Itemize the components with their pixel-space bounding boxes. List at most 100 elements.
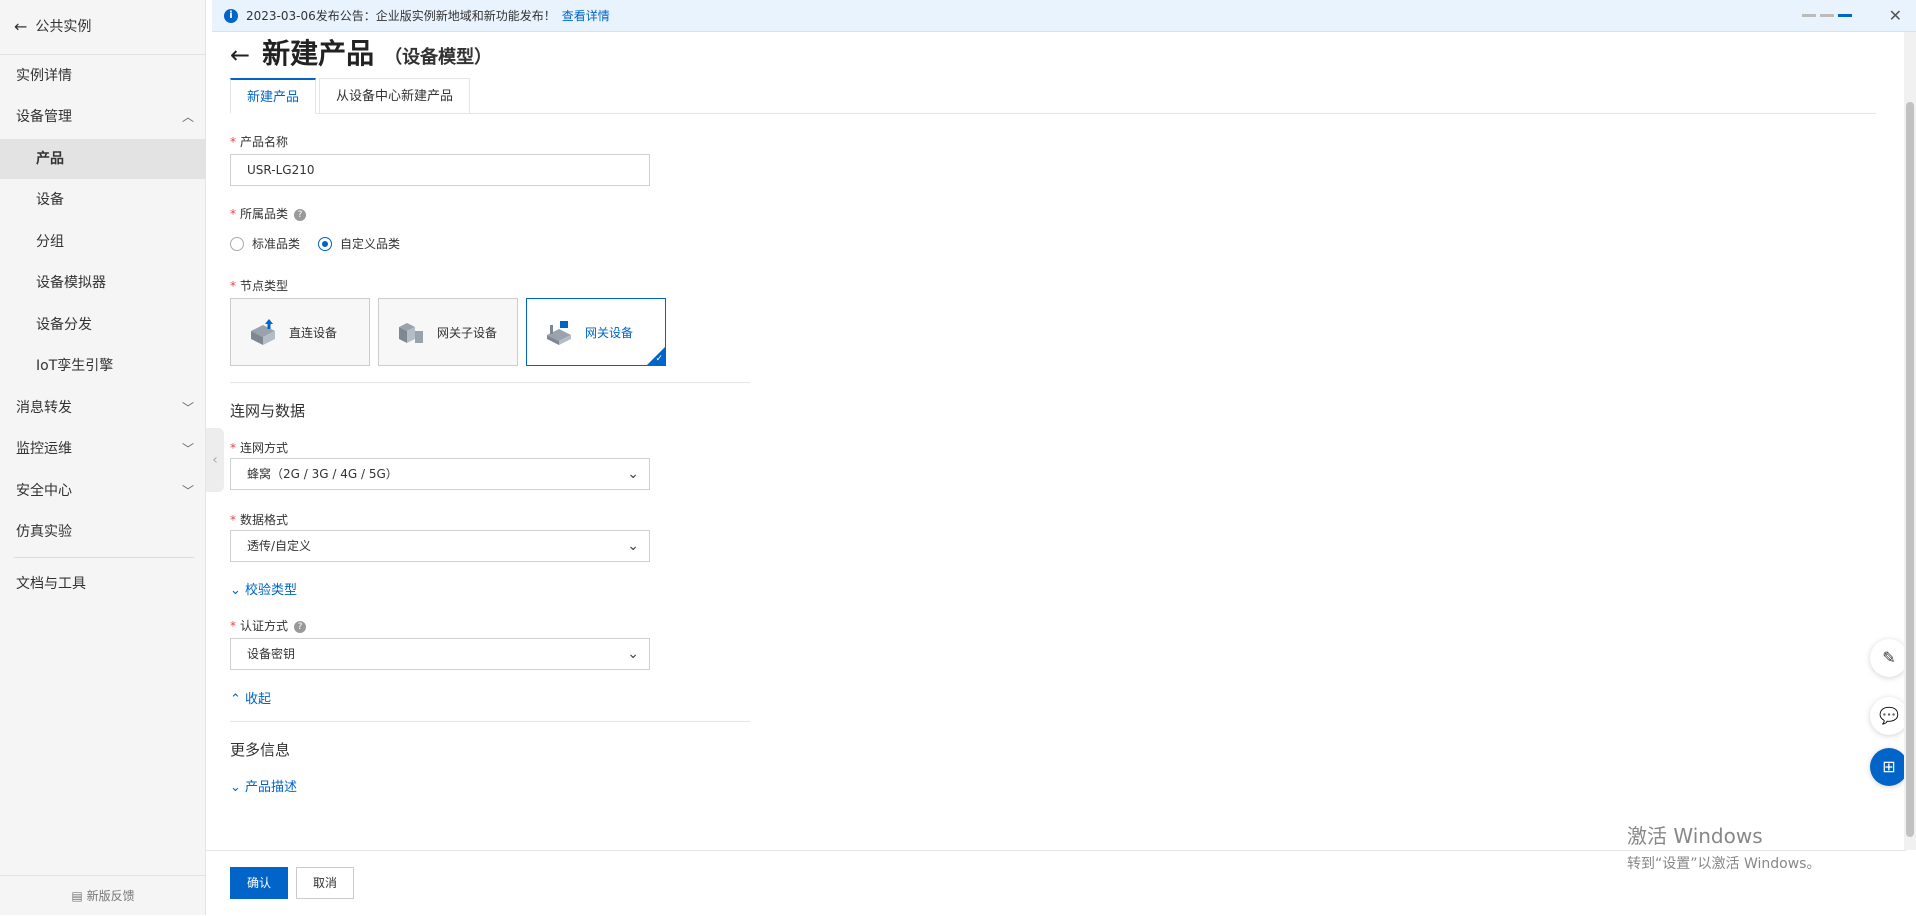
help-icon[interactable]: ? bbox=[294, 620, 307, 633]
sidebar-item-docs-tools[interactable]: 文档与工具 bbox=[0, 564, 206, 604]
page-scrollbar[interactable] bbox=[1904, 32, 1916, 850]
required-mark: * bbox=[230, 207, 236, 221]
help-icon[interactable]: ? bbox=[294, 208, 307, 221]
collapse-toggle[interactable]: ⌃ 收起 bbox=[230, 688, 271, 707]
sidebar-item-label: 消息转发 bbox=[16, 400, 72, 416]
auth-method-select[interactable]: 设备密钥 ⌄ bbox=[230, 638, 650, 670]
node-card-label: 直连设备 bbox=[289, 325, 338, 340]
product-name-label-text: 产品名称 bbox=[240, 135, 289, 149]
chevron-down-icon: ⌄ bbox=[230, 583, 246, 598]
announcement-link[interactable]: 查看详情 bbox=[562, 7, 610, 24]
sidebar-item-label: 产品 bbox=[36, 151, 64, 167]
button-label: 取消 bbox=[313, 876, 338, 890]
sidebar-item-security-center[interactable]: 安全中心 ﹀ bbox=[0, 471, 206, 511]
tab-label: 从设备中心新建产品 bbox=[336, 89, 454, 104]
sidebar-item-device-distribution[interactable]: 设备分发 bbox=[0, 305, 206, 345]
back-to-instances[interactable]: ← 公共实例 bbox=[14, 16, 91, 36]
section-title-more-info: 更多信息 bbox=[230, 741, 291, 759]
radio-custom-category[interactable] bbox=[318, 236, 333, 251]
section-divider bbox=[230, 382, 750, 383]
required-mark: * bbox=[230, 441, 236, 455]
sidebar-item-device-simulator[interactable]: 设备模拟器 bbox=[0, 263, 206, 303]
tab-new-product[interactable]: 新建产品 bbox=[230, 78, 317, 114]
chevron-down-icon: ⌄ bbox=[627, 646, 639, 662]
sidebar-item-iot-twin-engine[interactable]: IoT孪生引擎 bbox=[0, 346, 206, 386]
chat-icon: 💬 bbox=[1879, 706, 1899, 725]
node-type-label-text: 节点类型 bbox=[240, 279, 289, 293]
windows-activation-watermark: 激活 Windows 转到“设置”以激活 Windows。 bbox=[1627, 820, 1820, 873]
sidebar-item-label: 监控运维 bbox=[16, 441, 72, 457]
section-title-network: 连网与数据 bbox=[230, 402, 306, 420]
cancel-button[interactable]: 取消 bbox=[296, 867, 355, 899]
sidebar-item-label: 分组 bbox=[36, 234, 64, 250]
sidebar-item-simulation-lab[interactable]: 仿真实验 bbox=[0, 512, 206, 552]
chevron-down-icon: ﹀ bbox=[181, 401, 194, 415]
close-icon[interactable]: ✕ bbox=[1889, 6, 1902, 25]
category-radio-group: 标准品类 自定义品类 bbox=[230, 235, 418, 252]
product-name-input[interactable]: USR-LG210 bbox=[230, 154, 650, 186]
apps-grid-icon: ⊞ bbox=[1882, 757, 1896, 776]
apps-float-button[interactable]: ⊞ bbox=[1870, 748, 1908, 786]
radio-label: 自定义品类 bbox=[340, 237, 401, 251]
sidebar-item-label: 设备管理 bbox=[16, 109, 72, 125]
sidebar-collapse-handle[interactable]: ‹ bbox=[206, 428, 224, 492]
sidebar-item-device-management[interactable]: 设备管理 ︿ bbox=[0, 97, 206, 137]
button-label: 确认 bbox=[247, 876, 272, 890]
sidebar-item-products[interactable]: 产品 bbox=[0, 139, 206, 179]
gateway-subdevice-icon bbox=[399, 323, 423, 343]
feedback-link[interactable]: ▤ 新版反馈 bbox=[0, 875, 206, 915]
node-card-direct-device[interactable]: 直连设备 bbox=[230, 298, 370, 366]
node-card-gateway-device[interactable]: 网关设备 ✓ bbox=[526, 298, 666, 366]
pager-dot[interactable] bbox=[1820, 14, 1834, 17]
required-mark: * bbox=[230, 279, 236, 293]
sidebar-item-groups[interactable]: 分组 bbox=[0, 222, 206, 262]
sidebar-item-label: 安全中心 bbox=[16, 483, 72, 499]
pager-dot-active[interactable] bbox=[1838, 14, 1852, 17]
product-description-toggle[interactable]: ⌄ 产品描述 bbox=[230, 776, 297, 795]
sidebar-item-label: 仿真实验 bbox=[16, 524, 72, 540]
pager-dot[interactable] bbox=[1802, 14, 1816, 17]
required-mark: * bbox=[230, 513, 236, 527]
tab-from-device-center[interactable]: 从设备中心新建产品 bbox=[319, 78, 471, 114]
chat-float-button[interactable]: 💬 bbox=[1870, 697, 1908, 735]
page-header: ← 新建产品 （设备模型） bbox=[230, 32, 492, 72]
connect-method-label: * 连网方式 bbox=[230, 439, 288, 456]
node-card-label: 网关子设备 bbox=[437, 325, 498, 340]
verify-type-toggle[interactable]: ⌄ 校验类型 bbox=[230, 579, 297, 598]
toggle-label: 产品描述 bbox=[245, 780, 298, 795]
direct-device-icon bbox=[251, 319, 275, 345]
product-name-label: * 产品名称 bbox=[230, 133, 288, 150]
required-mark: * bbox=[230, 135, 236, 149]
sidebar-item-monitoring[interactable]: 监控运维 ﹀ bbox=[0, 429, 206, 469]
pen-icon: ✎ bbox=[1882, 648, 1896, 667]
node-card-gateway-subdevice[interactable]: 网关子设备 bbox=[378, 298, 518, 366]
gateway-device-icon bbox=[547, 321, 571, 345]
sidebar-separator bbox=[14, 557, 194, 558]
page-title: 新建产品 bbox=[262, 37, 375, 70]
scrollbar-thumb[interactable] bbox=[1906, 102, 1914, 837]
node-card-label: 网关设备 bbox=[585, 325, 634, 340]
radio-label: 标准品类 bbox=[252, 237, 301, 251]
data-format-select[interactable]: 透传/自定义 ⌄ bbox=[230, 530, 650, 562]
sidebar-item-label: 设备 bbox=[36, 192, 64, 208]
check-icon: ✓ bbox=[655, 354, 663, 364]
sidebar-item-label: 设备模拟器 bbox=[36, 275, 106, 291]
announcement-bar: i 2023-03-06发布公告：企业版实例新地域和新功能发布！ 查看详情 ✕ bbox=[212, 0, 1916, 32]
confirm-button[interactable]: 确认 bbox=[230, 867, 289, 899]
connect-method-value: 蜂窝（2G / 3G / 4G / 5G） bbox=[247, 467, 398, 481]
edit-float-button[interactable]: ✎ bbox=[1870, 639, 1908, 677]
radio-standard-category[interactable] bbox=[230, 236, 244, 251]
sidebar-item-instance-details[interactable]: 实例详情 bbox=[0, 56, 206, 96]
sidebar-item-devices[interactable]: 设备 bbox=[0, 180, 206, 220]
sidebar-item-message-forwarding[interactable]: 消息转发 ﹀ bbox=[0, 388, 206, 428]
arrow-left-icon[interactable]: ← bbox=[230, 41, 250, 69]
data-format-value: 透传/自定义 bbox=[247, 539, 312, 553]
watermark-line-1: 激活 Windows bbox=[1627, 824, 1763, 848]
connect-method-select[interactable]: 蜂窝（2G / 3G / 4G / 5G） ⌄ bbox=[230, 458, 650, 490]
sidebar-item-label: 文档与工具 bbox=[16, 576, 86, 592]
auth-method-value: 设备密钥 bbox=[247, 647, 296, 661]
page-subtitle: （设备模型） bbox=[384, 47, 493, 68]
arrow-left-icon: ← bbox=[14, 16, 28, 36]
required-mark: * bbox=[230, 619, 236, 633]
info-icon: i bbox=[224, 8, 238, 23]
